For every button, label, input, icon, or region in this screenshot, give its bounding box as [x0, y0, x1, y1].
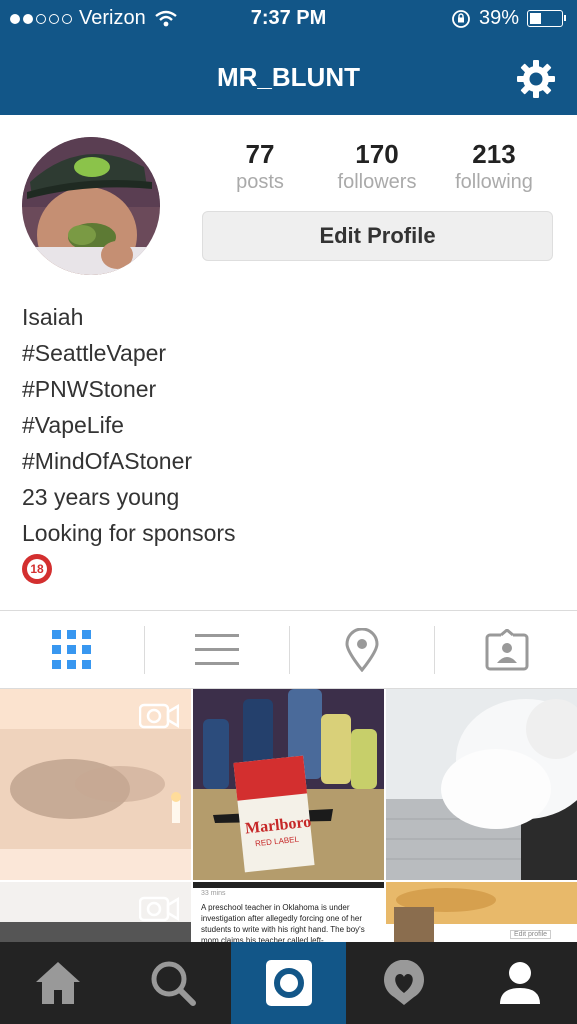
following-label: following [455, 171, 533, 193]
status-right: 39% [451, 7, 566, 30]
video-camera-icon [139, 896, 179, 922]
tab-list-view[interactable] [145, 611, 289, 689]
gear-icon[interactable] [515, 58, 557, 100]
bio-line[interactable]: #PNWStoner [22, 371, 236, 407]
post-thumbnail[interactable]: Edit profile [386, 882, 577, 942]
followers-label: followers [337, 171, 417, 193]
bio-line[interactable]: #SeattleVaper [22, 335, 236, 371]
bio-line[interactable]: #MindOfAStoner [22, 443, 236, 479]
rotation-lock-icon [452, 9, 470, 28]
page-title: MR_BLUNT [217, 62, 360, 92]
post-news-time: 33 mins [201, 890, 226, 897]
post-thumbnail[interactable]: 33 mins A preschool teacher in Oklahoma … [193, 882, 384, 942]
battery-icon [527, 10, 566, 27]
bio-line: Looking for sponsors [22, 520, 236, 546]
followers-stat[interactable]: 170 followers [317, 139, 437, 194]
bio-line: 23 years young [22, 484, 180, 510]
avatar[interactable] [22, 137, 160, 275]
post-thumbnail[interactable]: Marlboro RED LABEL [193, 689, 384, 880]
profile-person-icon [499, 962, 540, 1004]
profile-tab[interactable] [462, 942, 577, 1024]
tagged-person-icon [485, 629, 529, 671]
followers-count: 170 [355, 139, 399, 169]
status-bar: Verizon 7:37 PM 39% [0, 0, 577, 40]
photo-grid: Marlboro RED LABEL 33 mins A preschool t… [0, 689, 577, 942]
post-thumbnail[interactable] [386, 689, 577, 880]
following-stat[interactable]: 213 following [434, 139, 554, 194]
post-thumbnail[interactable] [0, 882, 191, 942]
mini-edit-profile: Edit profile [510, 930, 552, 939]
grid-icon [52, 630, 91, 669]
camera-tab[interactable] [231, 942, 346, 1024]
bio-line[interactable]: #VapeLife [22, 407, 236, 443]
post-thumbnail[interactable] [0, 689, 191, 880]
battery-percent: 39% [478, 7, 519, 29]
camera-icon [265, 960, 312, 1006]
video-camera-icon [139, 703, 179, 729]
no-under-18-icon: 18 [22, 554, 52, 584]
activity-heart-icon [383, 960, 424, 1005]
nav-bar: MR_BLUNT [0, 40, 577, 115]
posts-count: 77 [245, 139, 275, 169]
posts-label: posts [236, 171, 284, 193]
home-icon [35, 962, 80, 1004]
search-tab[interactable] [115, 942, 230, 1024]
profile-header: 77 posts 170 followers 213 following Edi… [0, 115, 577, 610]
tab-photo-map[interactable] [290, 611, 434, 689]
following-count: 213 [472, 139, 516, 169]
activity-tab[interactable] [346, 942, 461, 1024]
bottom-nav [0, 942, 577, 1024]
bio: Isaiah #SeattleVaper #PNWStoner #VapeLif… [22, 299, 236, 584]
profile-name: Isaiah [22, 304, 84, 330]
posts-stat[interactable]: 77 posts [200, 139, 320, 194]
list-icon [195, 634, 239, 665]
view-tabs [0, 610, 577, 689]
home-tab[interactable] [0, 942, 115, 1024]
tab-grid-view[interactable] [0, 611, 144, 689]
tab-tagged-photos[interactable] [435, 611, 577, 689]
location-pin-icon [345, 628, 379, 672]
edit-profile-button[interactable]: Edit Profile [202, 211, 553, 261]
post-news-caption: A preschool teacher in Oklahoma is under… [201, 903, 365, 942]
search-icon [151, 961, 196, 1006]
